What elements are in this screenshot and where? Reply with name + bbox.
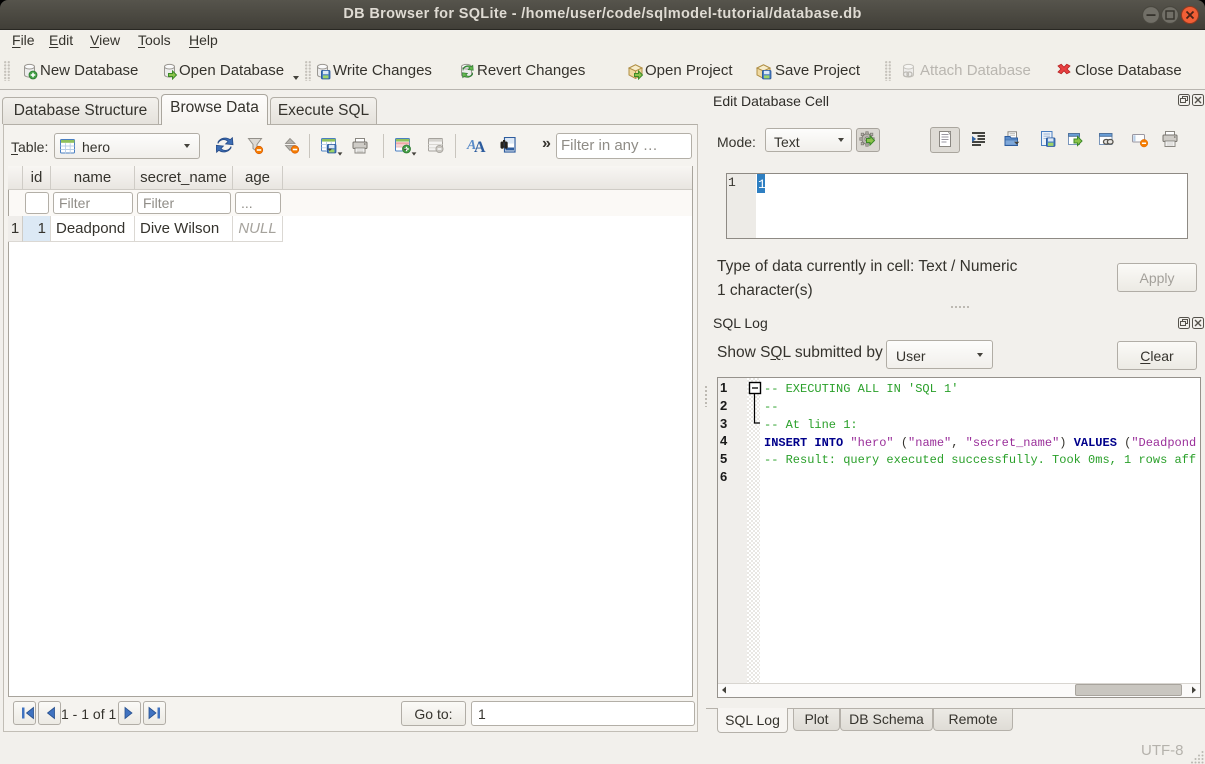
svg-text:A: A (474, 139, 486, 156)
